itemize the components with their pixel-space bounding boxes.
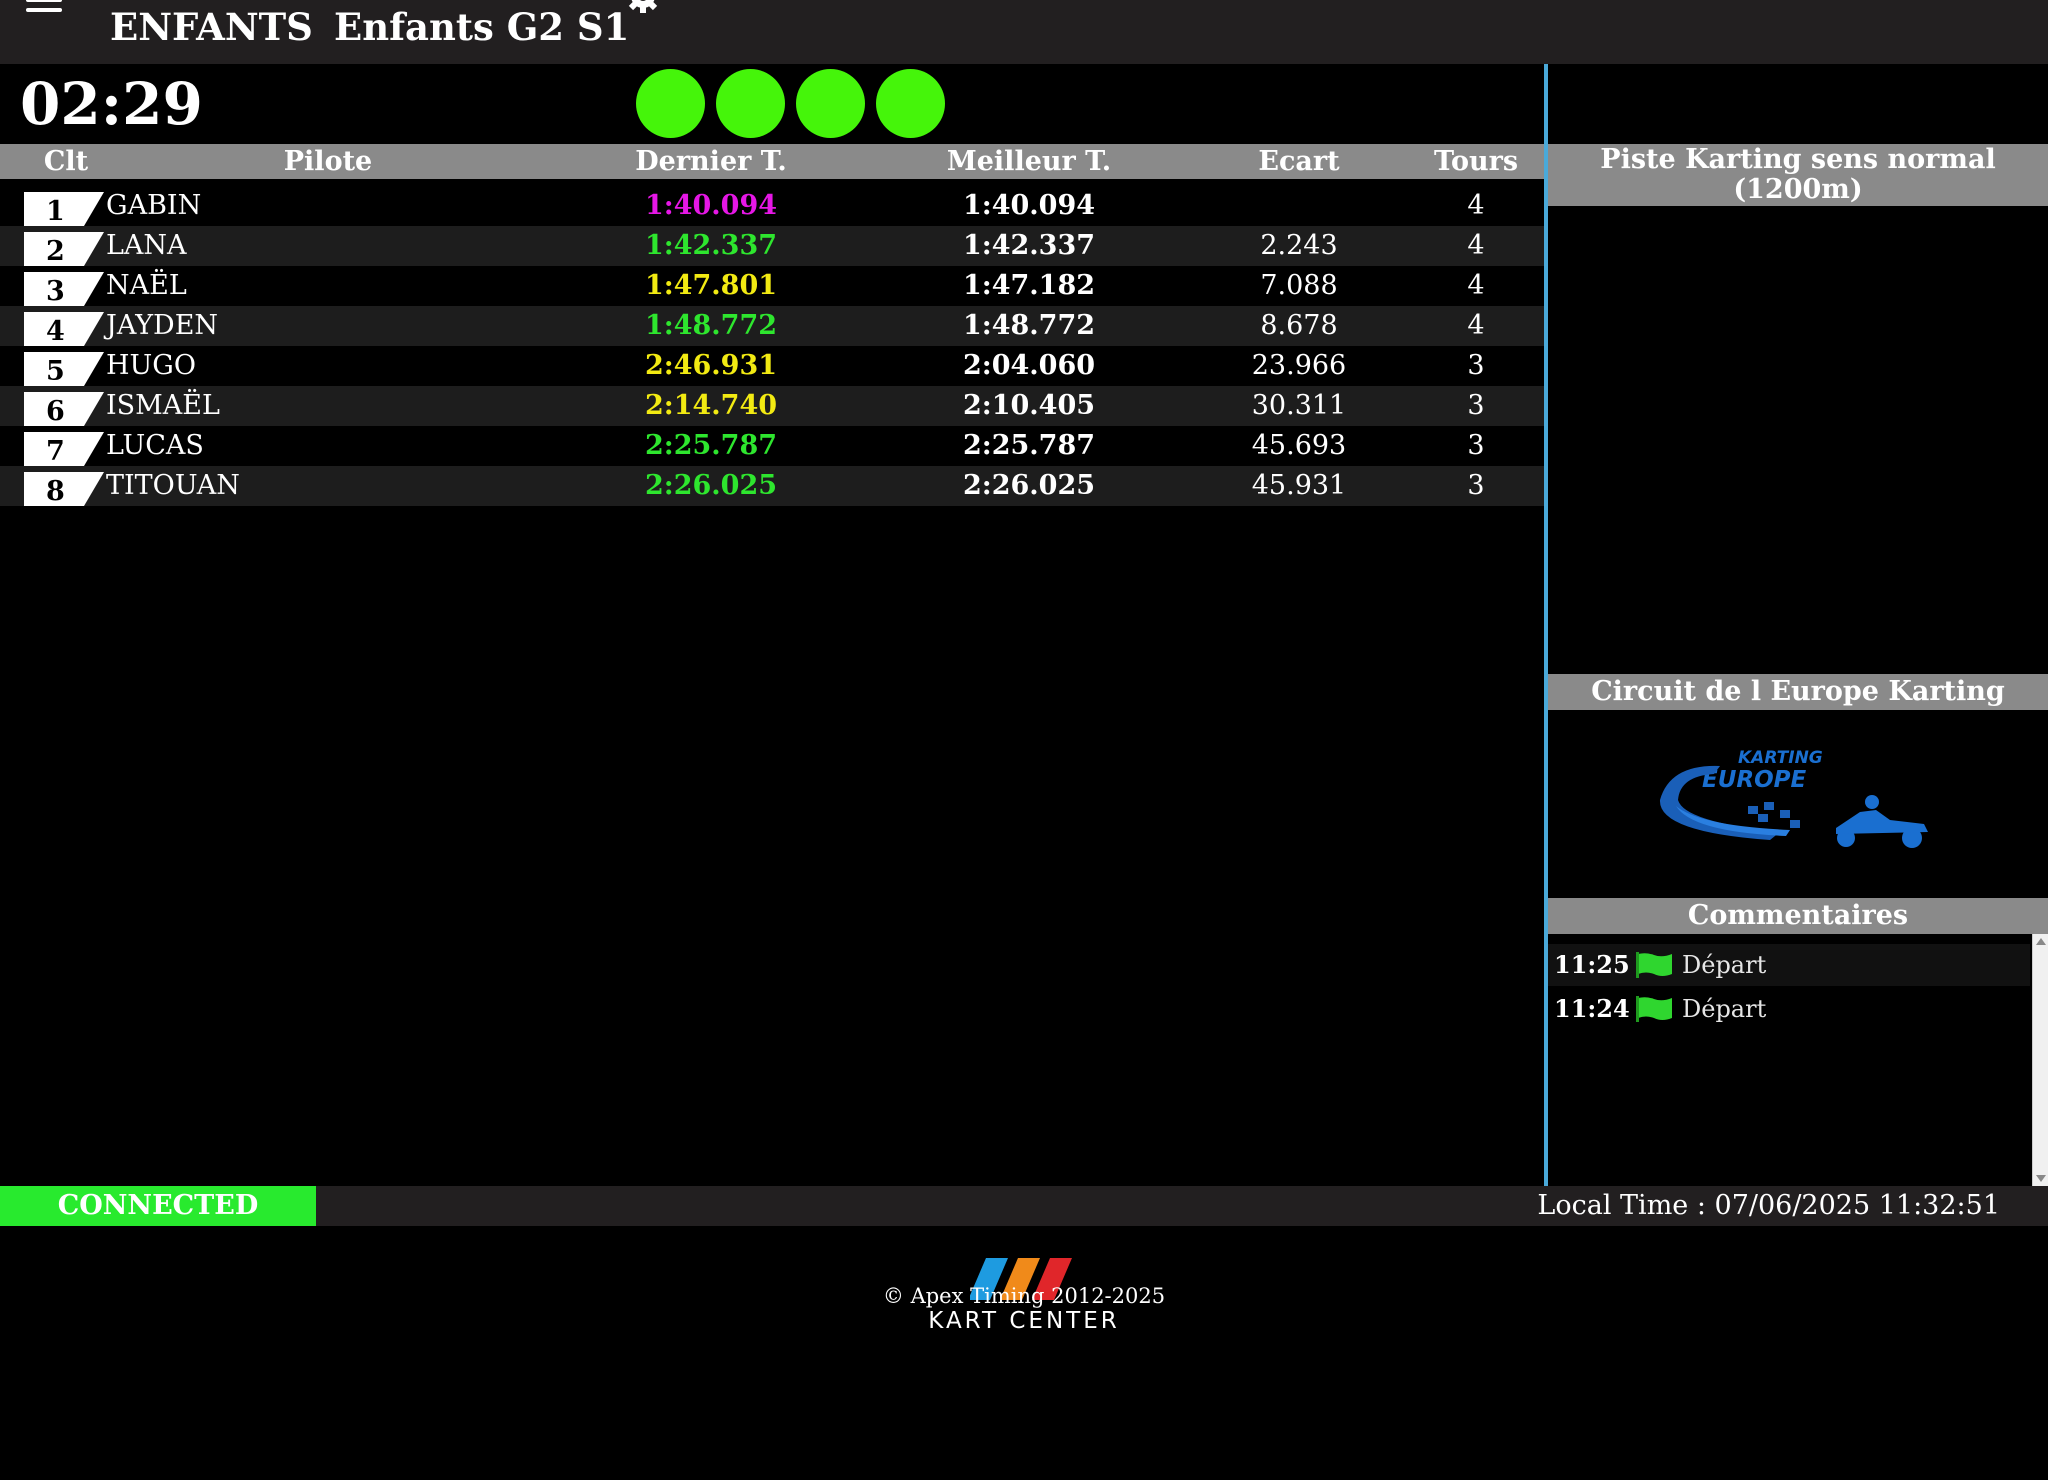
local-time: Local Time : 07/06/2025 11:32:51	[1537, 1190, 2000, 1221]
kart-center-brand: KART CENTER	[928, 1308, 1120, 1334]
position-badge: 3	[24, 272, 104, 306]
comment-text: Départ	[1682, 995, 1767, 1023]
driver-name: ISMAËL	[106, 390, 220, 421]
position-badge: 5	[24, 352, 104, 386]
green-flag-icon	[1636, 996, 1672, 1022]
laps-count: 3	[1467, 350, 1485, 381]
last-lap-time: 2:46.931	[644, 350, 778, 381]
header-ecart: Ecart	[1258, 146, 1340, 177]
position-badge: 8	[24, 472, 104, 506]
table-row[interactable]: 2 LANA 1:42.337 1:42.337 2.243 4	[0, 226, 1544, 266]
start-light-1	[636, 69, 705, 138]
laps-count: 4	[1467, 310, 1485, 341]
driver-name: HUGO	[106, 350, 197, 381]
table-row[interactable]: 1 GABIN 1:40.094 1:40.094 4	[0, 186, 1544, 226]
header-pilote: Pilote	[283, 146, 373, 177]
track-title: Piste Karting sens normal (1200m)	[1548, 144, 2048, 206]
driver-name: TITOUAN	[106, 470, 240, 501]
start-light-2	[716, 69, 785, 138]
best-lap-time: 2:25.787	[962, 430, 1096, 461]
comments-title: Commentaires	[1548, 898, 2048, 934]
karting-europe-logo: KARTING EUROPE	[1659, 748, 1928, 848]
header-dernier: Dernier T.	[635, 146, 787, 177]
comments-list[interactable]: 11:25 Départ 11:24 Départ	[1548, 934, 2048, 1186]
laps-count: 3	[1467, 470, 1485, 501]
header-tours: Tours	[1433, 146, 1519, 177]
track-map-area	[1548, 206, 2048, 674]
table-row[interactable]: 5 HUGO 2:46.931 2:04.060 23.966 3	[0, 346, 1544, 386]
hamburger-menu-icon[interactable]	[26, 0, 62, 18]
list-item: 11:24 Départ	[1548, 988, 2030, 1030]
driver-name: LANA	[106, 230, 187, 261]
best-lap-time: 1:47.182	[962, 270, 1096, 301]
driver-name: JAYDEN	[106, 310, 219, 341]
header-meilleur: Meilleur T.	[946, 146, 1112, 177]
gap-value: 7.088	[1260, 270, 1338, 301]
laps-count: 3	[1467, 430, 1485, 461]
laps-count: 4	[1467, 270, 1485, 301]
best-lap-time: 2:04.060	[962, 350, 1096, 381]
comment-time: 11:25	[1554, 950, 1630, 979]
best-lap-time: 2:26.025	[962, 470, 1096, 501]
connection-status-badge: CONNECTED	[0, 1186, 316, 1226]
start-light-4	[876, 69, 945, 138]
table-row[interactable]: 3 NAËL 1:47.801 1:47.182 7.088 4	[0, 266, 1544, 306]
last-lap-time: 2:26.025	[644, 470, 778, 501]
driver-name: GABIN	[106, 190, 202, 221]
driver-name: NAËL	[106, 270, 187, 301]
gap-value: 2.243	[1260, 230, 1338, 261]
category-title: ENFANTS	[110, 5, 313, 49]
table-row[interactable]: 6 ISMAËL 2:14.740 2:10.405 30.311 3	[0, 386, 1544, 426]
circuit-title: Circuit de l Europe Karting	[1548, 674, 2048, 710]
last-lap-time: 1:48.772	[644, 310, 778, 341]
best-lap-time: 1:40.094	[962, 190, 1096, 221]
position-badge: 1	[24, 192, 104, 226]
top-bar: ENFANTS Enfants G2 S1	[0, 0, 2048, 64]
last-lap-time: 1:42.337	[644, 230, 778, 261]
position-badge: 7	[24, 432, 104, 466]
position-badge: 4	[24, 312, 104, 346]
comments-scrollbar[interactable]	[2032, 934, 2048, 1186]
start-light-3	[796, 69, 865, 138]
gap-value: 8.678	[1260, 310, 1338, 341]
scroll-down-icon[interactable]	[2036, 1175, 2046, 1182]
table-row[interactable]: 4 JAYDEN 1:48.772 1:48.772 8.678 4	[0, 306, 1544, 346]
best-lap-time: 2:10.405	[962, 390, 1096, 421]
session-title: Enfants G2 S1	[334, 5, 630, 49]
table-row[interactable]: 8 TITOUAN 2:26.025 2:26.025 45.931 3	[0, 466, 1544, 506]
gap-value: 45.931	[1251, 470, 1347, 501]
last-lap-time: 1:40.094	[644, 190, 778, 221]
best-lap-time: 1:48.772	[962, 310, 1096, 341]
best-lap-time: 1:42.337	[962, 230, 1096, 261]
last-lap-time: 2:25.787	[644, 430, 778, 461]
gap-value: 23.966	[1251, 350, 1347, 381]
driver-name: LUCAS	[106, 430, 204, 461]
last-lap-time: 2:14.740	[644, 390, 778, 421]
laps-count: 4	[1467, 230, 1485, 261]
laps-count: 3	[1467, 390, 1485, 421]
comment-text: Départ	[1682, 951, 1767, 979]
scroll-up-icon[interactable]	[2036, 938, 2046, 945]
gap-value: 30.311	[1251, 390, 1347, 421]
table-row[interactable]: 7 LUCAS 2:25.787 2:25.787 45.693 3	[0, 426, 1544, 466]
gear-icon[interactable]	[622, 0, 664, 22]
green-flag-icon	[1636, 952, 1672, 978]
position-badge: 2	[24, 232, 104, 266]
status-bar: CONNECTED Local Time : 07/06/2025 11:32:…	[0, 1186, 2048, 1226]
comment-time: 11:24	[1554, 994, 1630, 1023]
gap-value: 45.693	[1251, 430, 1347, 461]
last-lap-time: 1:47.801	[644, 270, 778, 301]
header-clt: Clt	[43, 146, 89, 177]
logo-main-text: EUROPE	[1702, 767, 1807, 793]
ranking-table-header: Clt Pilote Dernier T. Meilleur T. Ecart …	[0, 144, 1544, 179]
logo-top-text: KARTING	[1738, 748, 1823, 768]
list-item: 11:25 Départ	[1548, 944, 2030, 986]
laps-count: 4	[1467, 190, 1485, 221]
position-badge: 6	[24, 392, 104, 426]
session-timer: 02:29	[20, 70, 203, 138]
